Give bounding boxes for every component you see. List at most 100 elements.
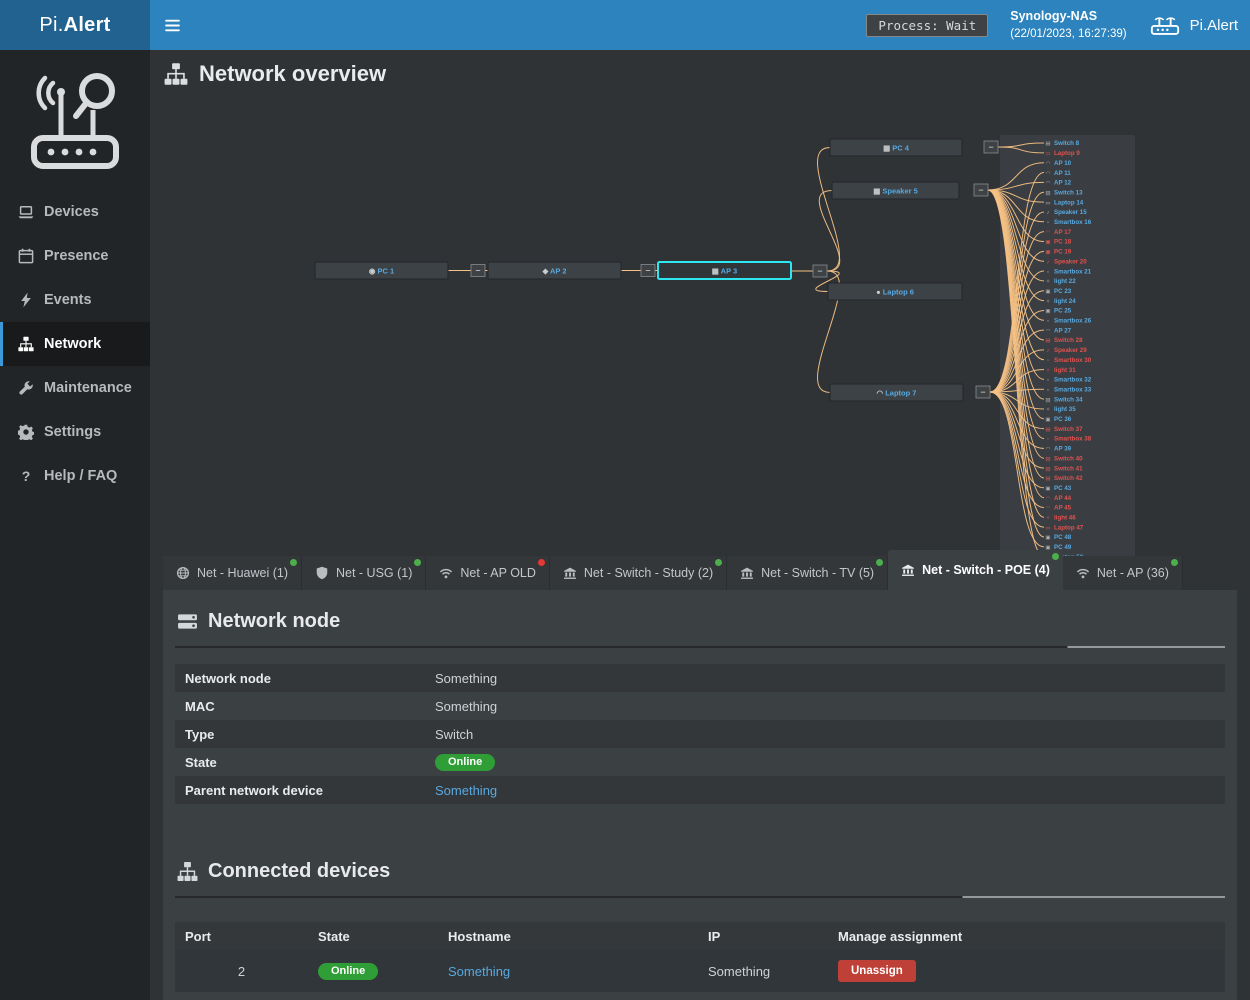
tab-status-dot <box>1171 559 1178 566</box>
svg-text:PC 36: PC 36 <box>1054 416 1072 423</box>
tab-label: Net - USG (1) <box>336 566 412 580</box>
column-header-port[interactable]: Port <box>175 929 308 944</box>
collapse-button[interactable]: − <box>976 386 990 398</box>
device-node[interactable]: ◠AP 10 <box>1046 160 1072 167</box>
svg-text:◠: ◠ <box>1046 447 1051 453</box>
device-node[interactable]: ◠AP 17 <box>1046 229 1072 236</box>
device-node[interactable]: ◠AP 44 <box>1046 495 1072 502</box>
collapse-button[interactable]: − <box>641 265 655 277</box>
device-node[interactable]: ✧light 46 <box>1046 515 1077 522</box>
header-logo[interactable]: Pi.Alert <box>1149 13 1238 37</box>
device-node[interactable]: ▣PC 48 <box>1045 534 1071 541</box>
cell-manage: Unassign <box>828 960 1225 982</box>
menu-toggle-icon[interactable] <box>150 0 194 50</box>
tab-label: Net - AP (36) <box>1097 566 1169 580</box>
svg-text:Smartbox 16: Smartbox 16 <box>1054 219 1092 226</box>
column-header-state[interactable]: State <box>308 929 438 944</box>
svg-text:◠: ◠ <box>1046 506 1051 512</box>
column-header-ip[interactable]: IP <box>698 929 828 944</box>
svg-text:▦ AP 3: ▦ AP 3 <box>712 266 737 275</box>
device-node[interactable]: ▫Smartbox 26 <box>1047 318 1092 325</box>
unassign-button[interactable]: Unassign <box>838 960 916 982</box>
svg-text:PC 23: PC 23 <box>1054 288 1072 295</box>
graph-node-ap-2[interactable]: ◆ AP 2 <box>488 262 621 279</box>
network-node-row-type: TypeSwitch <box>175 720 1225 748</box>
svg-text:Switch 8: Switch 8 <box>1054 140 1080 147</box>
device-node[interactable]: ▣PC 18 <box>1045 239 1071 246</box>
parent-device-link[interactable]: Something <box>435 783 497 798</box>
connected-devices-table: PortStateHostnameIPManage assignment2Onl… <box>175 922 1225 992</box>
sidebar-item-devices[interactable]: Devices <box>0 190 150 234</box>
device-node[interactable]: ▣PC 25 <box>1045 308 1071 315</box>
svg-text:Switch 34: Switch 34 <box>1054 396 1083 403</box>
device-node[interactable]: ▫Smartbox 33 <box>1047 386 1092 393</box>
tab-net-ap-36[interactable]: Net - AP (36) <box>1063 556 1183 590</box>
sidebar-item-settings[interactable]: Settings <box>0 410 150 454</box>
device-node[interactable]: ▣PC 36 <box>1045 416 1071 423</box>
device-node[interactable]: ▫Smartbox 16 <box>1047 219 1092 226</box>
collapse-button[interactable]: − <box>471 265 485 277</box>
svg-text:▭: ▭ <box>1045 151 1051 157</box>
sidebar-item-label: Presence <box>44 248 109 264</box>
svg-text:▤: ▤ <box>1045 338 1051 344</box>
device-node[interactable]: ▣PC 19 <box>1045 249 1071 256</box>
collapse-button[interactable]: − <box>813 265 827 277</box>
sidebar-item-label: Network <box>44 336 101 352</box>
svg-text:▣: ▣ <box>1045 535 1051 541</box>
device-node[interactable]: ◠AP 45 <box>1046 505 1072 512</box>
device-node[interactable]: ◠AP 39 <box>1046 446 1072 453</box>
svg-text:Laptop 47: Laptop 47 <box>1054 524 1084 531</box>
device-node[interactable]: ▣PC 23 <box>1045 288 1071 295</box>
device-node[interactable]: ▫Smartbox 21 <box>1047 268 1092 275</box>
hostname-link[interactable]: Something <box>448 964 510 979</box>
graph-node-laptop-7[interactable]: ◠ Laptop 7 <box>830 384 963 401</box>
svg-text:▣: ▣ <box>1045 417 1051 423</box>
device-node[interactable]: ▣PC 43 <box>1045 485 1071 492</box>
tab-net-ap-old[interactable]: Net - AP OLD <box>426 556 550 590</box>
graph-node-speaker-5[interactable]: ▦ Speaker 5 <box>832 182 959 199</box>
svg-text:Smartbox 26: Smartbox 26 <box>1054 318 1092 325</box>
graph-node-pc-1[interactable]: ◉ PC 1 <box>315 262 448 279</box>
field-value: Something <box>435 699 497 714</box>
graph-link <box>819 191 839 272</box>
column-header-manage-assignment[interactable]: Manage assignment <box>828 929 1225 944</box>
tab-net-switch-poe-4[interactable]: Net - Switch - POE (4) <box>888 550 1063 590</box>
tab-net-switch-study-2[interactable]: Net - Switch - Study (2) <box>550 556 727 590</box>
device-node[interactable]: ◠AP 27 <box>1046 327 1072 334</box>
sidebar-item-events[interactable]: Events <box>0 278 150 322</box>
collapse-button[interactable]: − <box>974 184 988 196</box>
device-node[interactable]: ✧light 31 <box>1046 367 1077 374</box>
sidebar-item-help-faq[interactable]: ?Help / FAQ <box>0 454 150 498</box>
svg-text:AP 12: AP 12 <box>1054 180 1072 187</box>
svg-text:▤: ▤ <box>1045 427 1051 433</box>
tab-net-usg-1[interactable]: Net - USG (1) <box>302 556 426 590</box>
brand[interactable]: Pi.Alert <box>0 0 150 50</box>
sidebar-item-presence[interactable]: Presence <box>0 234 150 278</box>
svg-text:Switch 13: Switch 13 <box>1054 189 1083 196</box>
tab-net-huawei-1[interactable]: Net - Huawei (1) <box>163 556 302 590</box>
device-node[interactable]: ✧light 22 <box>1046 278 1077 285</box>
sidebar-item-network[interactable]: Network <box>0 322 150 366</box>
device-node[interactable]: ✧light 24 <box>1046 298 1077 305</box>
device-node[interactable]: ▫Smartbox 38 <box>1047 436 1092 443</box>
field-label: MAC <box>185 699 435 714</box>
graph-node-pc-4[interactable]: ▦ PC 4 <box>830 139 962 156</box>
tab-net-switch-tv-5[interactable]: Net - Switch - TV (5) <box>727 556 888 590</box>
device-node[interactable]: ▤Switch 8 <box>1045 140 1079 147</box>
device-node[interactable]: ✧light 35 <box>1046 406 1077 413</box>
svg-text:● Laptop 6: ● Laptop 6 <box>876 287 914 296</box>
graph-node-laptop-6[interactable]: ● Laptop 6 <box>828 283 962 300</box>
pialert-logo <box>0 50 150 190</box>
collapse-button[interactable]: − <box>984 141 998 153</box>
device-node[interactable]: ◠AP 12 <box>1046 180 1072 187</box>
graph-node-ap-3[interactable]: ▦ AP 3 <box>658 262 791 279</box>
device-node[interactable]: ◠AP 11 <box>1046 170 1072 177</box>
nas-timestamp: (22/01/2023, 16:27:39) <box>1010 26 1126 42</box>
sidebar-item-maintenance[interactable]: Maintenance <box>0 366 150 410</box>
device-node[interactable]: ▫Smartbox 30 <box>1047 357 1092 364</box>
device-node[interactable]: ▫Smartbox 32 <box>1047 377 1092 384</box>
main-content: Network overview ▤Switch 8▭Laptop 9◠AP 1… <box>150 50 1250 1000</box>
bank-icon <box>740 566 754 580</box>
column-header-hostname[interactable]: Hostname <box>438 929 698 944</box>
svg-text:◠: ◠ <box>1046 496 1051 502</box>
